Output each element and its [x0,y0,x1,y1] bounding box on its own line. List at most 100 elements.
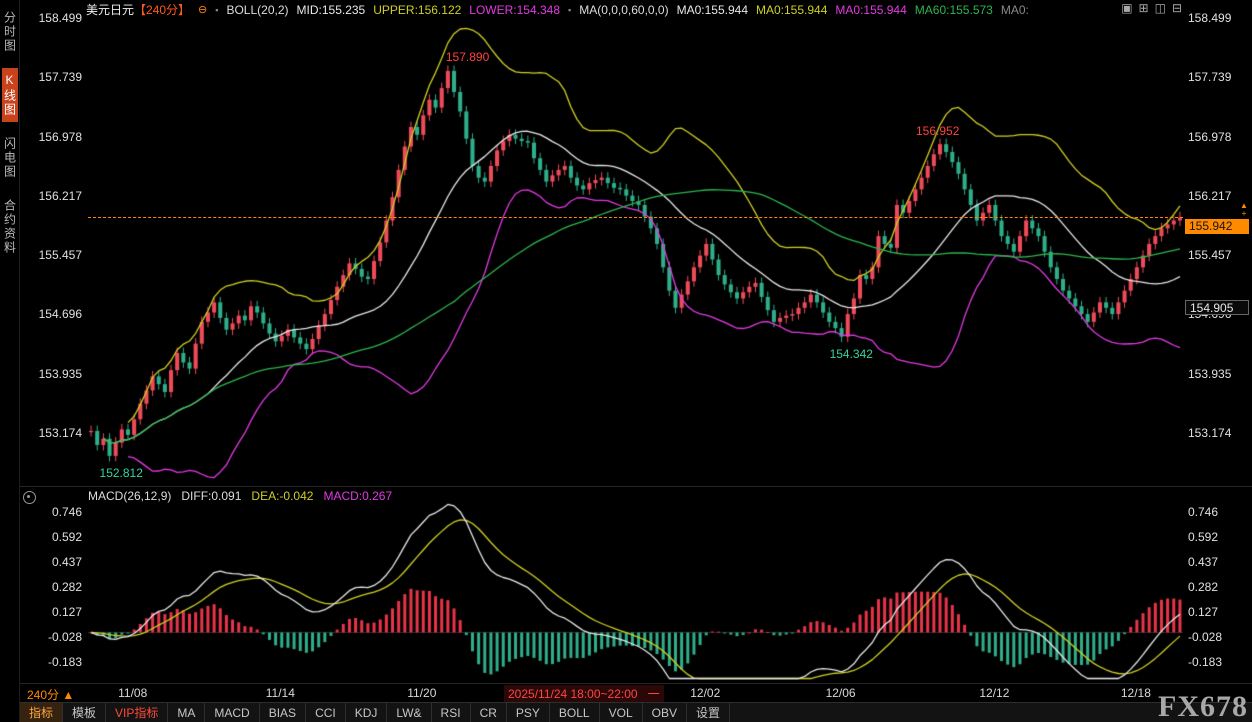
indicator-toolbar: 指标模板VIP指标MAMACDBIASCCIKDJLW&RSICRPSYBOLL… [20,702,1252,722]
macd-canvas[interactable] [88,500,1183,680]
macd-tick: 0.746 [1188,505,1218,519]
x-axis-label: 11/08 [118,686,147,700]
x-axis-label: 12/18 [1121,686,1151,700]
candlestick-chart[interactable]: 157.890156.952152.812154.342 [88,20,1183,480]
x-axis-label: 12/12 [979,686,1009,700]
price-tag: 155.942 [1185,219,1249,234]
x-axis-label: 11/14 [266,686,295,700]
ma-legend-value-1: MA0:155.944 [756,3,827,17]
chart-layout-rows-icon[interactable]: ⊟ [1172,1,1182,15]
toolbar-item-13[interactable]: VOL [600,703,643,722]
boll-lower-value: LOWER:154.348 [469,3,560,17]
sidebar-tab-2[interactable]: 闪电图 [2,132,18,184]
price-annotation: 152.812 [100,466,143,480]
toolbar-item-3[interactable]: MA [168,703,205,722]
chart-layout-grid-icon[interactable]: ⊞ [1139,1,1149,15]
price-annotation: 157.890 [446,50,489,64]
hover-weekday: 一 [648,687,660,701]
x-axis-label: 12/06 [826,686,856,700]
boll-upper-value: UPPER:156.122 [373,3,461,17]
macd-tick: -0.183 [48,655,82,669]
toolbar-item-2[interactable]: VIP指标 [106,703,168,722]
period-selector-label: 240分 [27,688,59,702]
fx678-watermark: FX678 [1158,690,1248,722]
price-tick: 153.935 [39,367,82,381]
boll-label: BOLL(20,2) [226,3,288,17]
ma-toggle-icon[interactable]: ▪ [568,5,571,15]
price-axis-left: 158.499157.739156.978156.217155.457154.6… [20,0,86,722]
chart-layout-single-icon[interactable]: ▣ [1121,1,1132,15]
ma-values: MA0:155.944MA0:155.944MA0:155.944MA60:15… [677,3,1029,17]
toolbar-item-7[interactable]: KDJ [346,703,388,722]
last-price-line [88,217,1183,218]
period-selector[interactable]: 240分 ▲ [27,686,74,703]
macd-dea-value: DEA:-0.042 [251,489,313,503]
period-badge: 【240分】 [134,3,190,17]
panel-divider [0,486,1252,487]
toolbar-item-14[interactable]: OBV [643,703,687,722]
price-tick: 153.935 [1188,367,1231,381]
ma-label: MA(0,0,0,60,0,0) [579,3,668,17]
candlestick-canvas[interactable] [88,20,1183,480]
x-axis-label: 11/20 [407,686,436,700]
price-tick: 158.499 [1188,11,1231,25]
trading-terminal: 分时图 K线图闪电图合约资料 美元日元【240分】 ⊖ ▪ BOLL(20,2) … [0,0,1252,722]
time-axis: 240分 ▲ 2025/11/24 18:00~22:00 一 11/08 11/1… [0,684,1252,703]
macd-tick: 0.437 [1188,555,1218,569]
toolbar-item-8[interactable]: LW& [387,703,431,722]
price-tick: 157.739 [1188,70,1231,84]
toolbar-item-10[interactable]: CR [471,703,507,722]
macd-tick: 0.437 [52,555,82,569]
ma-legend-value-0: MA0:155.944 [677,3,748,17]
price-tick: 158.499 [39,11,82,25]
price-tick: 153.174 [1188,426,1231,440]
macd-chart[interactable] [88,500,1183,680]
symbol-name: 美元日元 [86,3,134,17]
toolbar-item-9[interactable]: RSI [432,703,471,722]
sidebar-tab-3[interactable]: 合约资料 [2,194,18,260]
toolbar-item-5[interactable]: BIAS [260,703,306,722]
axis-adjust-icons[interactable]: ▲+ [1240,202,1248,218]
price-tick: 155.457 [1188,248,1231,262]
indicator-legend: 美元日元【240分】 ⊖ ▪ BOLL(20,2) MID:155.235 UP… [86,0,1029,19]
price-tick: 154.696 [39,307,82,321]
toolbar-item-6[interactable]: CCI [306,703,346,722]
toolbar-item-0[interactable]: 指标 [20,703,63,722]
macd-diff-value: DIFF:0.091 [181,489,241,503]
macd-tick: 0.592 [52,530,82,544]
chart-type-sidebar: 分时图 K线图闪电图合约资料 [0,0,20,722]
price-annotation: 154.342 [830,347,873,361]
chart-layout-split-icon[interactable]: ◫ [1155,1,1166,15]
sidebar-tab-1[interactable]: K线图 [2,68,18,122]
price-tick: 153.174 [39,426,82,440]
macd-label: MACD(26,12,9) [88,489,171,503]
hovered-candle-time: 2025/11/24 18:00~22:00 一 [504,685,664,702]
x-axis-label: 12/02 [690,686,720,700]
ma-legend-value-4: MA0: [1001,3,1029,17]
period-arrow-icon: ▲ [62,688,74,702]
price-tick: 156.978 [39,130,82,144]
hover-datetime: 2025/11/24 18:00~22:00 [508,687,638,701]
macd-tick: 0.127 [52,605,82,619]
macd-tick: -0.028 [1188,630,1222,644]
price-tick: 155.457 [39,248,82,262]
price-tick: 156.978 [1188,130,1231,144]
macd-macd-value: MACD:0.267 [323,489,392,503]
toolbar-item-11[interactable]: PSY [507,703,550,722]
price-axis-right: 158.499157.739156.978156.217155.457154.6… [1186,0,1252,722]
toolbar-item-4[interactable]: MACD [205,703,259,722]
indicator-selector-icon[interactable] [23,491,36,504]
toolbar-item-1[interactable]: 模板 [63,703,106,722]
ma-legend-value-2: MA0:155.944 [835,3,906,17]
toolbar-item-12[interactable]: BOLL [550,703,600,722]
boll-toggle-icon[interactable]: ▪ [215,5,218,15]
toolbar-item-15[interactable]: 设置 [687,703,730,722]
price-tick: 156.217 [1188,189,1231,203]
macd-tick: -0.028 [48,630,82,644]
axis-plus-icon[interactable]: + [1242,209,1247,218]
price-tag: 154.905 [1185,300,1249,315]
collapse-indicator-icon[interactable]: ⊖ [198,3,207,16]
sidebar-tab-0[interactable]: 分时图 [2,6,18,58]
boll-mid-value: MID:155.235 [297,3,366,17]
price-tick: 157.739 [39,70,82,84]
